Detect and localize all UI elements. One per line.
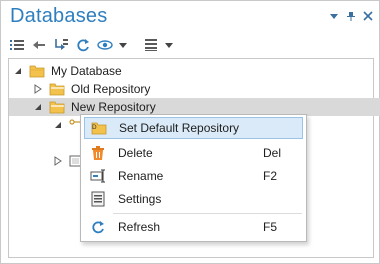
view-icon[interactable] <box>97 37 113 53</box>
panel-title: Databases <box>10 5 108 27</box>
tree-item-root[interactable]: My Database <box>9 62 375 80</box>
menu-item-delete[interactable]: Delete Del <box>84 142 303 164</box>
dropdown-arrow-icon[interactable] <box>329 10 339 20</box>
menu-separator <box>113 213 302 214</box>
menu-item-settings[interactable]: Settings <box>84 188 303 210</box>
menu-item-label: Set Default Repository <box>119 121 240 135</box>
svg-text:D: D <box>92 124 97 131</box>
menu-item-shortcut: F2 <box>263 169 278 183</box>
repository-folder-icon <box>49 101 65 114</box>
expanded-arrow-icon[interactable] <box>33 102 43 112</box>
menu-item-label: Settings <box>118 192 162 206</box>
tree-item-label: My Database <box>51 64 122 78</box>
tree-item-label: New Repository <box>71 100 156 114</box>
menu-item-label: Rename <box>118 169 164 183</box>
list-icon[interactable] <box>9 37 25 53</box>
layout-icon[interactable] <box>143 37 159 53</box>
title-actions <box>329 10 373 21</box>
menu-item-label: Refresh <box>118 220 161 234</box>
pin-icon[interactable] <box>346 10 356 21</box>
menu-item-label: Delete <box>118 146 153 160</box>
databases-panel: Databases My Database Old Repository New… <box>0 0 380 264</box>
view-dropdown-icon[interactable] <box>119 37 127 53</box>
menu-item-refresh[interactable]: Refresh F5 <box>84 216 303 238</box>
toolbar <box>9 36 173 54</box>
expanded-arrow-icon[interactable] <box>53 120 63 130</box>
rename-icon <box>90 168 106 184</box>
database-folder-icon <box>29 65 45 78</box>
menu-item-set-default-repository[interactable]: D Set Default Repository <box>84 117 303 139</box>
repository-folder-icon <box>49 83 65 96</box>
menu-item-shortcut: Del <box>263 146 282 160</box>
layout-dropdown-icon[interactable] <box>165 37 173 53</box>
refresh-icon <box>90 219 106 235</box>
collapsed-arrow-icon[interactable] <box>53 156 63 166</box>
close-icon[interactable] <box>363 10 373 21</box>
settings-icon <box>90 191 106 207</box>
collapsed-arrow-icon[interactable] <box>33 84 43 94</box>
indent-icon[interactable] <box>53 37 69 53</box>
refresh-icon[interactable] <box>75 37 91 53</box>
tree-item-old-repository[interactable]: Old Repository <box>9 80 380 98</box>
tree-item-label: Old Repository <box>71 82 151 96</box>
context-menu: D Set Default Repository Delete Del Rena… <box>80 114 307 242</box>
menu-item-rename[interactable]: Rename F2 <box>84 165 303 187</box>
trash-icon <box>90 145 106 161</box>
menu-item-shortcut: F5 <box>263 220 278 234</box>
expanded-arrow-icon[interactable] <box>13 66 23 76</box>
folder-default-icon: D <box>91 120 107 136</box>
back-arrow-icon[interactable] <box>31 37 47 53</box>
